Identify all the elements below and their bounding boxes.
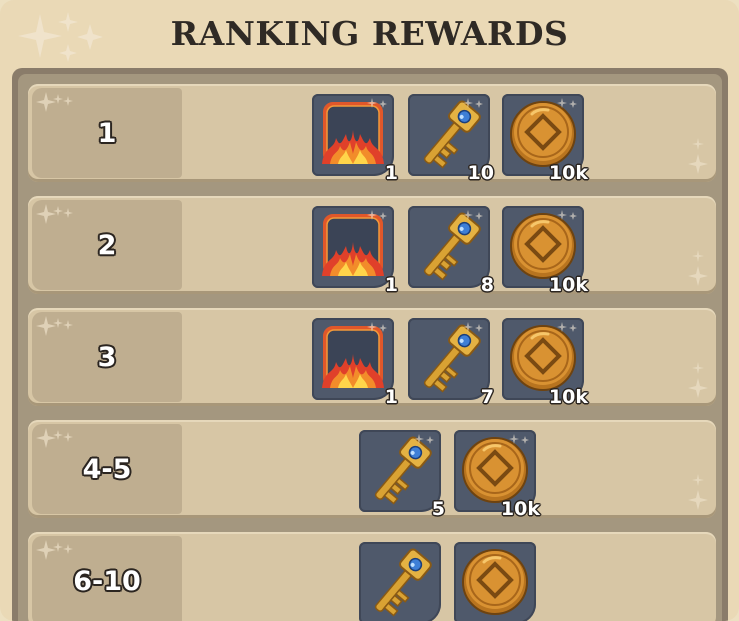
- reward-quantity: 10k: [548, 274, 588, 296]
- sparkle-icon: [463, 210, 483, 220]
- reward-row-rank-3: 3 1 7 10k: [28, 308, 716, 408]
- page-title: RANKING REWARDS: [170, 14, 569, 53]
- sparkle-icon: [463, 98, 483, 108]
- rank-label: 3: [97, 341, 117, 373]
- sparkle-icon: [367, 210, 387, 220]
- rank-label: 1: [97, 117, 117, 149]
- reward-tile-flame-frame[interactable]: 1: [312, 318, 398, 408]
- reward-quantity: 7: [480, 386, 494, 408]
- rewards-panel: RANKING REWARDS 1 1 10 10k 2 1 8 10k 3 1…: [0, 0, 739, 621]
- reward-quantity: 10k: [548, 386, 588, 408]
- reward-tile-gold-coin[interactable]: 10k: [502, 318, 588, 408]
- rank-label: 4-5: [82, 453, 132, 485]
- reward-quantity: 1: [384, 162, 398, 184]
- sparkle-icon: [463, 322, 483, 332]
- reward-quantity: 10k: [500, 498, 540, 520]
- reward-tile-golden-key[interactable]: 10: [408, 94, 494, 184]
- sparkle-icon: [557, 322, 577, 332]
- reward-row-rank-1: 1 1 10 10k: [28, 84, 716, 184]
- reward-tile-gold-coin[interactable]: 10k: [502, 94, 588, 184]
- sparkle-icon: [367, 322, 387, 332]
- rank-label: 2: [97, 229, 117, 261]
- sparkle-icon: [414, 434, 434, 444]
- reward-quantity: 1: [384, 274, 398, 296]
- reward-tile-flame-frame[interactable]: 1: [312, 94, 398, 184]
- reward-quantity: 5: [431, 498, 445, 520]
- sparkle-icon: [688, 362, 708, 398]
- gold-coin-icon: [462, 549, 528, 615]
- sparkle-icon: [509, 434, 529, 444]
- reward-row-rank-2: 2 1 8 10k: [28, 196, 716, 296]
- sparkle-icon: [688, 138, 708, 174]
- rewards-list[interactable]: 1 1 10 10k 2 1 8 10k 3 1 7 10k 4-5 5 10k…: [18, 74, 722, 621]
- sparkle-icon: [688, 474, 708, 510]
- sparkle-icon: [557, 210, 577, 220]
- reward-quantity: 8: [480, 274, 494, 296]
- sparkle-icon: [367, 98, 387, 108]
- reward-row-rank-4-5: 4-5 5 10k: [28, 420, 716, 520]
- reward-tile-golden-key[interactable]: 7: [408, 318, 494, 408]
- sparkle-icon: [557, 98, 577, 108]
- reward-tile-gold-coin[interactable]: [454, 542, 536, 621]
- reward-tile-gold-coin[interactable]: 10k: [454, 430, 540, 520]
- reward-tile-flame-frame[interactable]: 1: [312, 206, 398, 296]
- reward-tile-golden-key[interactable]: 8: [408, 206, 494, 296]
- reward-quantity: 10: [467, 162, 494, 184]
- rewards-list-frame: 1 1 10 10k 2 1 8 10k 3 1 7 10k 4-5 5 10k…: [12, 68, 728, 621]
- sparkle-icon: [688, 250, 708, 286]
- reward-tile-golden-key[interactable]: [359, 542, 441, 621]
- reward-quantity: 10k: [548, 162, 588, 184]
- reward-tile-gold-coin[interactable]: 10k: [502, 206, 588, 296]
- reward-tile-golden-key[interactable]: 5: [359, 430, 445, 520]
- rank-label: 6-10: [73, 565, 141, 597]
- reward-quantity: 1: [384, 386, 398, 408]
- golden-key-icon: [374, 548, 432, 617]
- reward-row-rank-6-10: 6-10: [28, 532, 716, 621]
